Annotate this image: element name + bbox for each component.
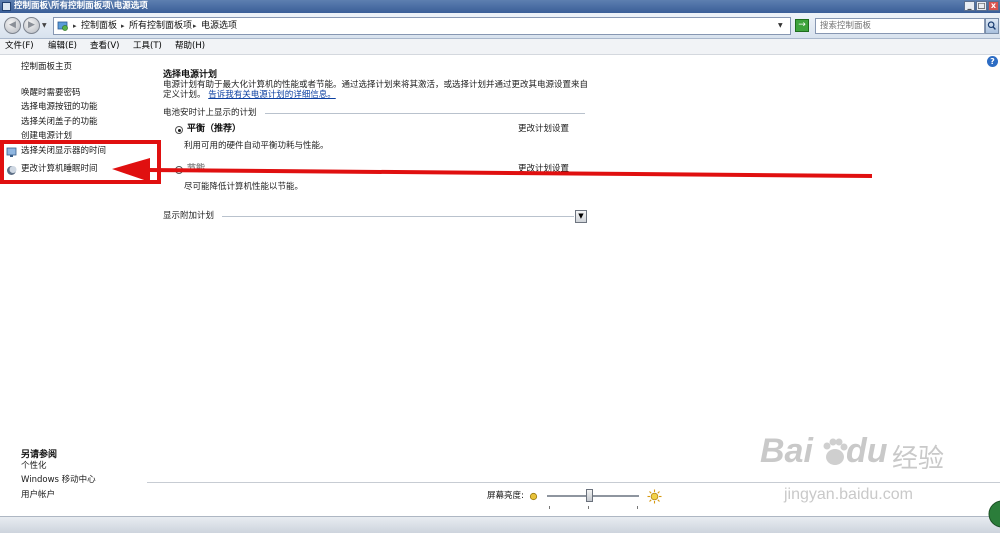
see-also-mobility-center[interactable]: Windows 移动中心 [21,475,96,486]
brightness-slider-track[interactable] [547,495,639,497]
dim-sun-icon [529,492,538,501]
watermark-url: jingyan.baidu.com [784,486,913,503]
see-also-user-accounts[interactable]: 用户帐户 [21,490,55,501]
watermark-cn: 经验 [892,443,945,473]
watermark-brand: Bai [760,432,813,470]
slider-tick [588,506,589,509]
see-also-heading: 另请参阅 [21,450,58,460]
brightness-slider-thumb[interactable] [586,489,593,502]
brightness-label: 屏幕亮度: [487,491,524,501]
slider-tick [549,506,550,509]
divider [147,482,1000,483]
bright-sun-icon [647,489,662,504]
slider-tick [637,506,638,509]
battery-meter-icon[interactable] [988,500,1000,530]
status-bar [0,516,1000,533]
see-also-personalization[interactable]: 个性化 [21,461,47,472]
watermark-brand-suffix: du [846,432,888,470]
baidu-paw-logo-icon [823,438,848,465]
